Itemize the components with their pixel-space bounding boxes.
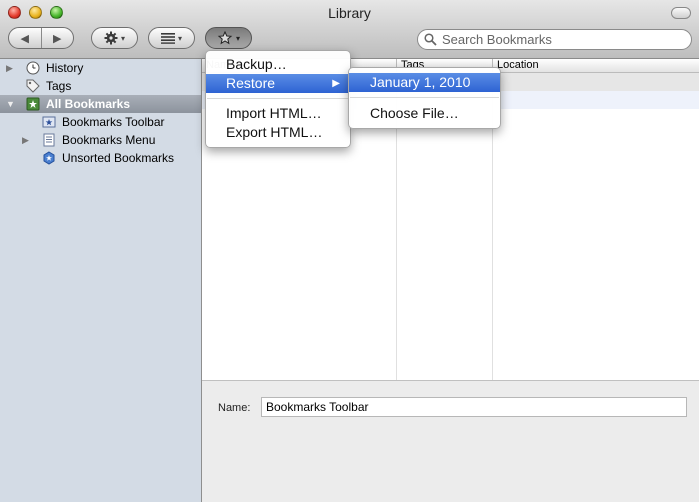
navigation-buttons: ◀ ▶ bbox=[8, 27, 74, 49]
sidebar-item-label: Bookmarks Toolbar bbox=[62, 115, 165, 129]
sidebar-item-label: Tags bbox=[46, 79, 72, 93]
sidebar-item-bookmarks-menu[interactable]: ▶ Bookmarks Menu bbox=[0, 131, 201, 149]
menu-item-restore[interactable]: Restore ▶ bbox=[206, 74, 350, 93]
forward-arrow-icon: ▶ bbox=[53, 32, 62, 45]
sidebar-item-label: Bookmarks Menu bbox=[62, 133, 156, 147]
menu-item-backup[interactable]: Backup… bbox=[206, 55, 350, 74]
disclosure-triangle-icon[interactable]: ▶ bbox=[22, 135, 29, 146]
back-arrow-icon: ◀ bbox=[20, 32, 29, 45]
chevron-down-icon: ▾ bbox=[235, 33, 240, 43]
toolbar-toggle-button[interactable] bbox=[671, 7, 691, 19]
back-button[interactable]: ◀ bbox=[9, 28, 41, 48]
library-window: Library ◀ ▶ ▾ ▾ ▾ Search Bookmarks ▶ His… bbox=[0, 0, 699, 502]
titlebar: Library ◀ ▶ ▾ ▾ ▾ Search Bookmarks bbox=[0, 0, 699, 59]
sidebar-item-label: Unsorted Bookmarks bbox=[62, 151, 175, 165]
chevron-down-icon: ▾ bbox=[120, 33, 125, 43]
chevron-down-icon: ▾ bbox=[177, 33, 182, 43]
restore-submenu: January 1, 2010 Choose File… bbox=[348, 67, 501, 129]
disclosure-triangle-icon[interactable]: ▼ bbox=[6, 99, 15, 109]
disclosure-triangle-icon[interactable]: ▶ bbox=[6, 63, 13, 74]
submenu-arrow-icon: ▶ bbox=[332, 78, 340, 89]
tag-icon bbox=[26, 79, 40, 93]
column-header-location[interactable]: Location bbox=[492, 59, 699, 72]
menu-item-export-html[interactable]: Export HTML… bbox=[206, 123, 350, 142]
sidebar-item-tags[interactable]: Tags bbox=[0, 77, 201, 95]
sidebar: ▶ History Tags ▼ All Bookmarks Bookmarks… bbox=[0, 59, 202, 502]
import-backup-button[interactable]: ▾ bbox=[205, 27, 252, 49]
sidebar-item-unsorted-bookmarks[interactable]: Unsorted Bookmarks bbox=[0, 149, 201, 167]
menu-separator bbox=[207, 98, 349, 99]
search-icon bbox=[424, 33, 437, 46]
menu-item-restore-date[interactable]: January 1, 2010 bbox=[349, 73, 500, 92]
sidebar-item-history[interactable]: ▶ History bbox=[0, 59, 201, 77]
list-icon bbox=[160, 33, 175, 44]
import-backup-menu: Backup… Restore ▶ Import HTML… Export HT… bbox=[205, 50, 351, 148]
name-label: Name: bbox=[218, 402, 251, 414]
menu-folder-icon bbox=[42, 133, 56, 147]
star-icon bbox=[217, 31, 233, 45]
bookmarks-icon bbox=[26, 97, 40, 111]
sidebar-item-all-bookmarks[interactable]: ▼ All Bookmarks bbox=[0, 95, 201, 113]
toolbar-folder-icon bbox=[42, 115, 56, 129]
window-title: Library bbox=[328, 5, 371, 21]
menu-item-choose-file[interactable]: Choose File… bbox=[349, 104, 500, 123]
sidebar-item-bookmarks-toolbar[interactable]: Bookmarks Toolbar bbox=[0, 113, 201, 131]
views-button[interactable]: ▾ bbox=[148, 27, 195, 49]
gear-icon bbox=[104, 31, 118, 45]
unsorted-folder-icon bbox=[42, 151, 56, 165]
forward-button[interactable]: ▶ bbox=[42, 28, 74, 48]
sidebar-item-label: All Bookmarks bbox=[46, 97, 131, 111]
search-field[interactable] bbox=[417, 29, 692, 50]
details-pane: Name: bbox=[202, 380, 699, 502]
name-field[interactable] bbox=[261, 397, 687, 417]
menu-item-label: Restore bbox=[226, 75, 276, 91]
organize-button[interactable]: ▾ bbox=[91, 27, 138, 49]
search-input[interactable] bbox=[440, 31, 684, 48]
menu-item-import-html[interactable]: Import HTML… bbox=[206, 104, 350, 123]
clock-icon bbox=[26, 61, 40, 75]
sidebar-item-label: History bbox=[46, 61, 84, 75]
menu-separator bbox=[350, 97, 499, 98]
